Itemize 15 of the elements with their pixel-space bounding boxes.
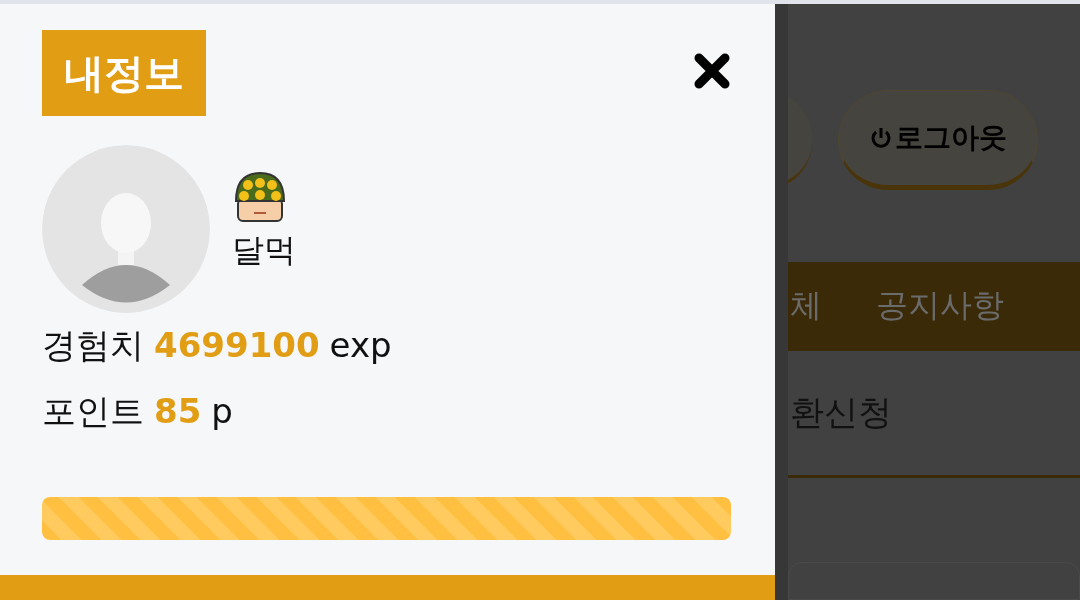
stat-label: 경험치 — [42, 324, 144, 367]
drawer-title: 내정보 — [42, 30, 206, 116]
close-button[interactable] — [692, 51, 732, 91]
stat-value: 85 — [154, 391, 202, 431]
stat-label: 포인트 — [42, 390, 144, 433]
stat-unit: exp — [329, 325, 392, 365]
user-name: 달먹 — [232, 230, 296, 271]
nav-tab[interactable]: 공지사항 — [876, 284, 1004, 329]
rank-badge-icon — [232, 169, 288, 225]
nav-tab[interactable]: 체 — [790, 284, 822, 329]
stat-value: 4699100 — [154, 325, 320, 365]
stat-unit: p — [211, 391, 233, 431]
logout-button[interactable]: 로그아웃 — [838, 90, 1038, 190]
power-icon — [869, 126, 893, 150]
close-icon — [692, 51, 732, 91]
